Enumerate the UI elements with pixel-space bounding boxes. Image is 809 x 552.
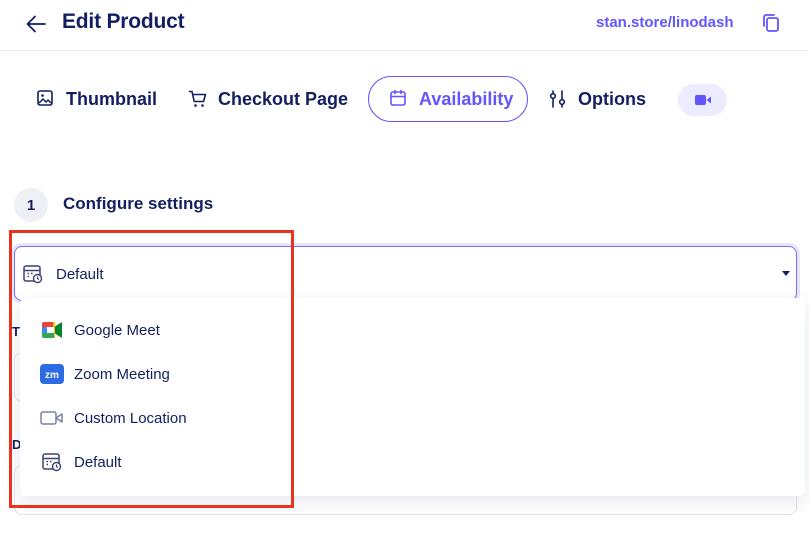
- copy-icon: [763, 14, 779, 32]
- tab-label: Thumbnail: [66, 88, 157, 109]
- image-icon: [36, 89, 56, 109]
- svg-text:zm: zm: [45, 370, 59, 381]
- page-title: Edit Product: [62, 10, 185, 33]
- tab-thumbnail[interactable]: Thumbnail: [36, 76, 157, 122]
- option-label: Zoom Meeting: [74, 365, 170, 383]
- tab-label: Options: [578, 88, 646, 109]
- product-tabs: Thumbnail Checkout Page Availability Opt…: [0, 76, 809, 122]
- zoom-icon: zm: [40, 362, 64, 386]
- calendar-icon: [389, 89, 409, 109]
- section-title: Configure settings: [63, 194, 214, 213]
- location-select[interactable]: Default: [14, 246, 797, 301]
- option-custom-location[interactable]: Custom Location: [20, 396, 805, 440]
- option-google-meet[interactable]: Google Meet: [20, 308, 805, 352]
- option-zoom-meeting[interactable]: zm Zoom Meeting: [20, 352, 805, 396]
- option-label: Google Meet: [74, 321, 160, 339]
- cart-icon: [188, 89, 208, 109]
- google-meet-icon: [40, 318, 64, 342]
- copy-button[interactable]: [760, 12, 782, 34]
- back-button[interactable]: [24, 12, 48, 36]
- calendar-clock-icon: [23, 264, 43, 284]
- tab-availability[interactable]: Availability: [368, 76, 528, 122]
- tab-video[interactable]: [678, 84, 727, 116]
- step-number: 1: [14, 188, 48, 222]
- option-default[interactable]: Default: [20, 440, 805, 484]
- tab-label: Checkout Page: [218, 88, 349, 109]
- field-label: T: [12, 324, 20, 339]
- chevron-down-icon[interactable]: [782, 271, 790, 276]
- tab-label: Availability: [419, 88, 514, 109]
- tab-options[interactable]: Options: [548, 76, 646, 122]
- arrow-left-icon: [26, 15, 46, 33]
- selected-value: Default: [56, 266, 104, 283]
- option-label: Default: [74, 453, 122, 471]
- location-dropdown-menu: Google Meet zm Zoom Meeting Custom Locat…: [20, 298, 805, 496]
- top-bar: Edit Product stan.store/linodash: [0, 0, 809, 51]
- calendar-clock-icon: [40, 450, 64, 474]
- tab-checkout-page[interactable]: Checkout Page: [188, 76, 348, 122]
- sliders-icon: [548, 89, 568, 109]
- option-label: Custom Location: [74, 409, 187, 427]
- video-icon: [694, 95, 711, 105]
- store-link[interactable]: stan.store/linodash: [596, 14, 734, 31]
- video-camera-icon: [40, 406, 64, 430]
